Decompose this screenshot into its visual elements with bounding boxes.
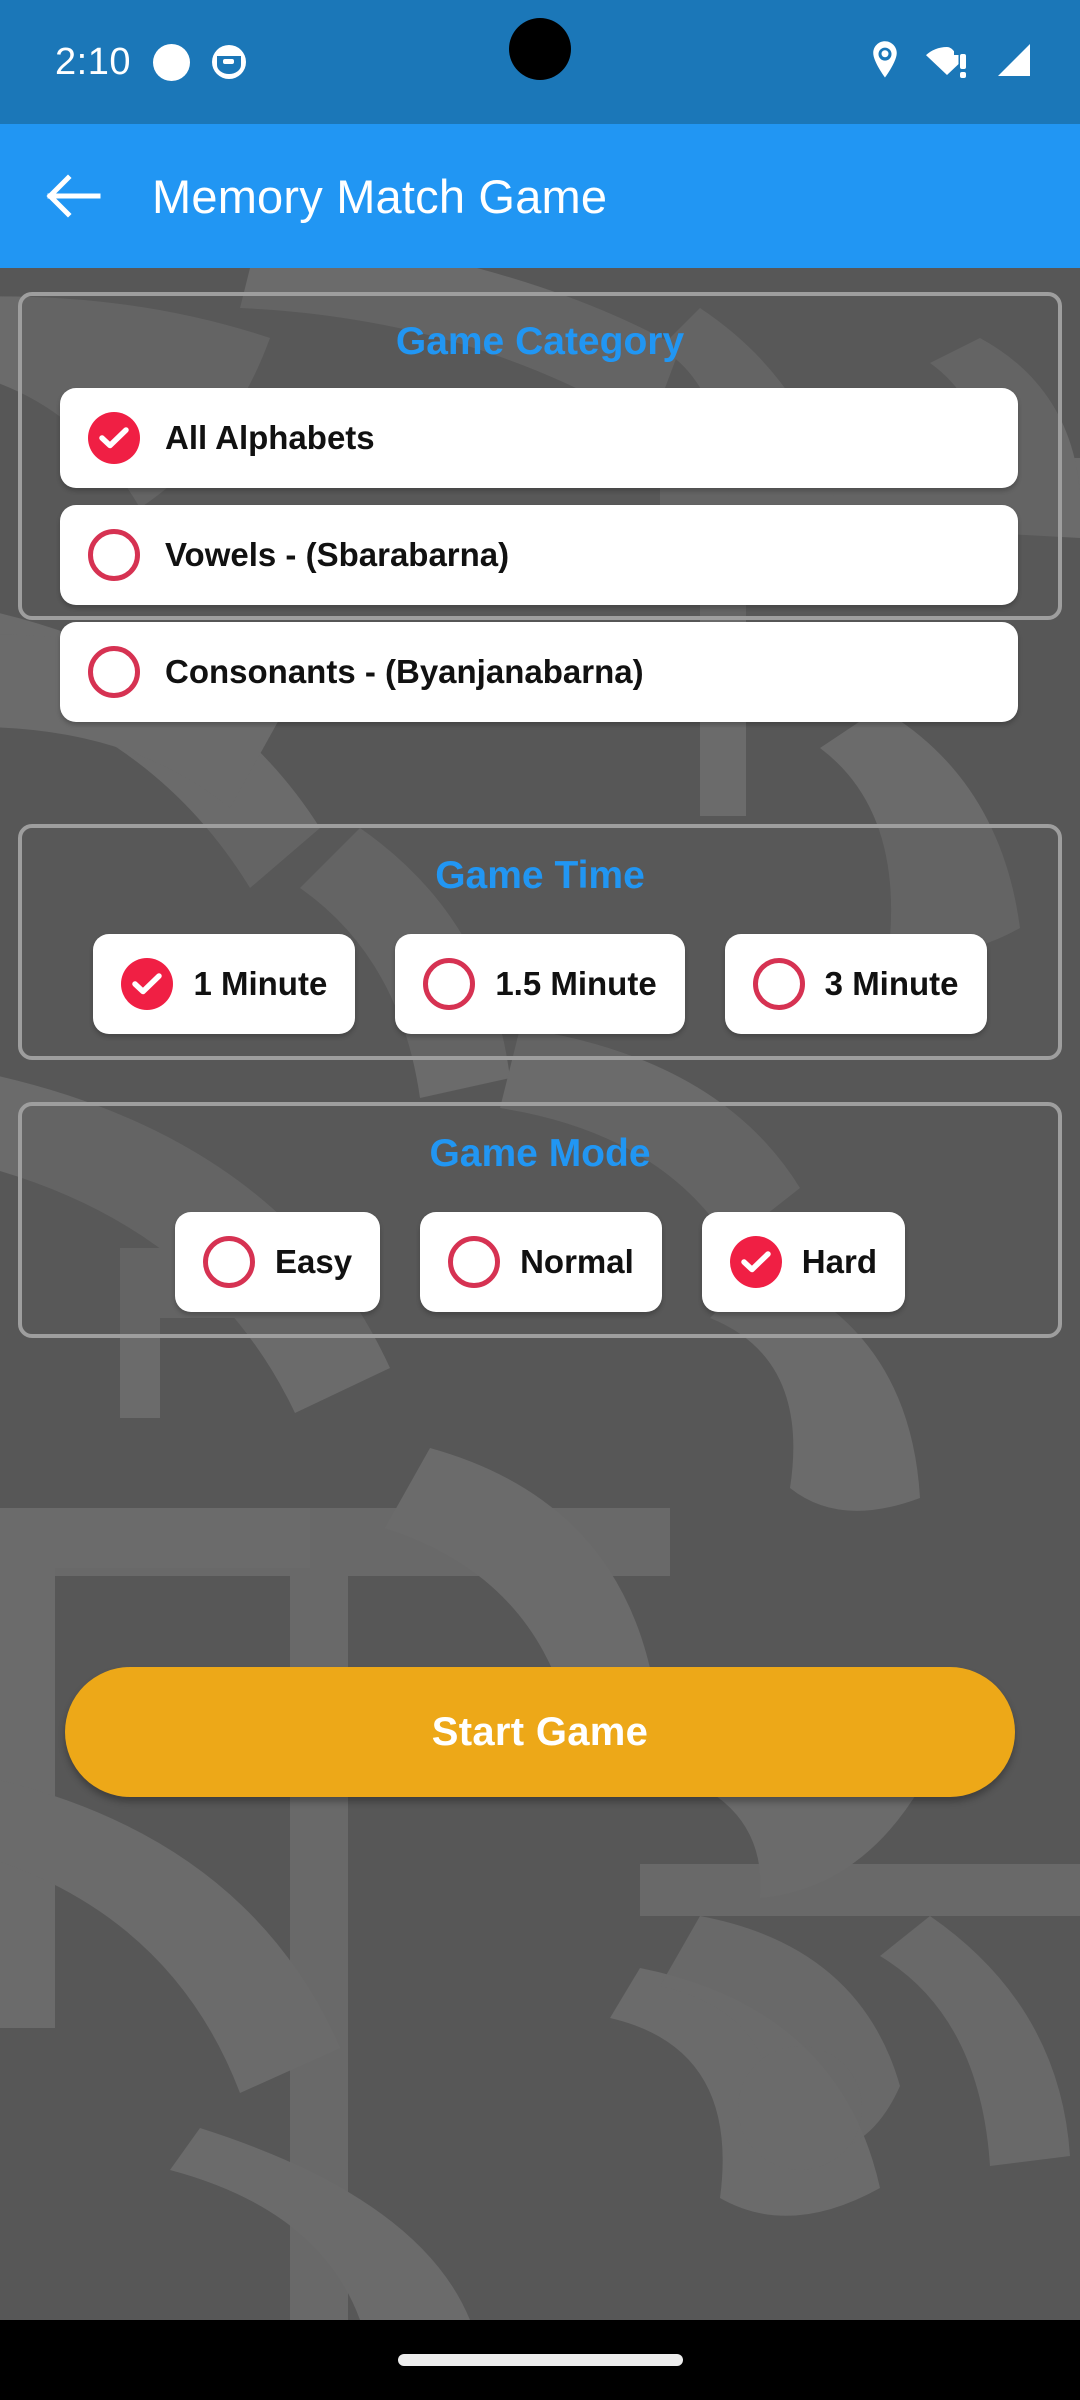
creature-icon — [211, 45, 246, 79]
option-row-all-alphabets[interactable]: All Alphabets — [60, 388, 1018, 488]
option-label: All Alphabets — [165, 419, 375, 456]
section-game-time: Game Time 1 Minute 1.5 Minute 3 Minute — [18, 824, 1062, 1060]
gesture-pill[interactable] — [397, 2354, 683, 2366]
navigation-bar — [0, 2320, 1080, 2400]
radio-unchecked-icon[interactable] — [203, 1236, 256, 1288]
game-mode-chip-row: Easy Normal Hard — [22, 1212, 1058, 1312]
back-arrow-icon[interactable] — [26, 148, 122, 244]
cellular-signal-icon — [994, 42, 1032, 83]
start-game-button[interactable]: Start Game — [65, 1667, 1015, 1797]
chip-label: Easy — [275, 1243, 353, 1280]
radio-unchecked-icon[interactable] — [423, 958, 476, 1010]
option-label: Vowels - (Sbarabarna) — [165, 536, 510, 573]
radio-checked-icon[interactable] — [729, 1236, 782, 1288]
section-title-game-time: Game Time — [435, 854, 645, 897]
chip-label: 1.5 Minute — [495, 965, 657, 1002]
chip-label: 3 Minute — [824, 965, 959, 1002]
circle-icon — [152, 43, 190, 81]
option-label: Consonants - (Byanjanabarna) — [165, 653, 644, 690]
status-bar: 2:10 — [0, 0, 1080, 124]
chip-3-minute[interactable]: 3 Minute — [724, 934, 987, 1034]
camera-punch-hole — [509, 18, 571, 80]
chip-1-5-minute[interactable]: 1.5 Minute — [395, 934, 685, 1034]
status-bar-clock: 2:10 — [55, 41, 131, 83]
radio-checked-icon[interactable] — [88, 412, 140, 464]
chip-hard[interactable]: Hard — [701, 1212, 905, 1312]
main-content: Game Category All Alphabets Vowels - (Sb… — [0, 268, 1080, 2320]
status-bar-left: 2:10 — [55, 43, 246, 81]
section-game-mode: Game Mode Easy Normal Hard — [18, 1102, 1062, 1338]
app-bar: Memory Match Game — [0, 124, 1080, 268]
radio-checked-icon[interactable] — [121, 958, 174, 1010]
chip-label: Normal — [520, 1243, 634, 1280]
option-row-vowels[interactable]: Vowels - (Sbarabarna) — [60, 505, 1018, 605]
radio-unchecked-icon[interactable] — [88, 529, 140, 581]
wifi-alert-icon — [925, 42, 969, 83]
start-game-label: Start Game — [431, 1709, 649, 1754]
option-row-consonants[interactable]: Consonants - (Byanjanabarna) — [60, 622, 1018, 722]
chip-normal[interactable]: Normal — [420, 1212, 662, 1312]
game-time-chip-row: 1 Minute 1.5 Minute 3 Minute — [22, 934, 1058, 1034]
chip-easy[interactable]: Easy — [175, 1212, 381, 1312]
chip-label: 1 Minute — [193, 965, 328, 1002]
section-game-category: Game Category All Alphabets Vowels - (Sb… — [18, 292, 1062, 722]
status-bar-right — [870, 0, 1032, 124]
location-pin-icon — [870, 40, 900, 84]
section-title-game-category: Game Category — [395, 320, 685, 363]
radio-unchecked-icon[interactable] — [88, 646, 140, 698]
radio-unchecked-icon[interactable] — [752, 958, 805, 1010]
radio-unchecked-icon[interactable] — [448, 1236, 501, 1288]
chip-1-minute[interactable]: 1 Minute — [93, 934, 356, 1034]
section-title-game-mode: Game Mode — [429, 1132, 651, 1175]
page-title: Memory Match Game — [152, 169, 608, 223]
phone-screen: 2:10 Memory Match Game Game Category All… — [0, 0, 1080, 2400]
chip-label: Hard — [801, 1243, 877, 1280]
